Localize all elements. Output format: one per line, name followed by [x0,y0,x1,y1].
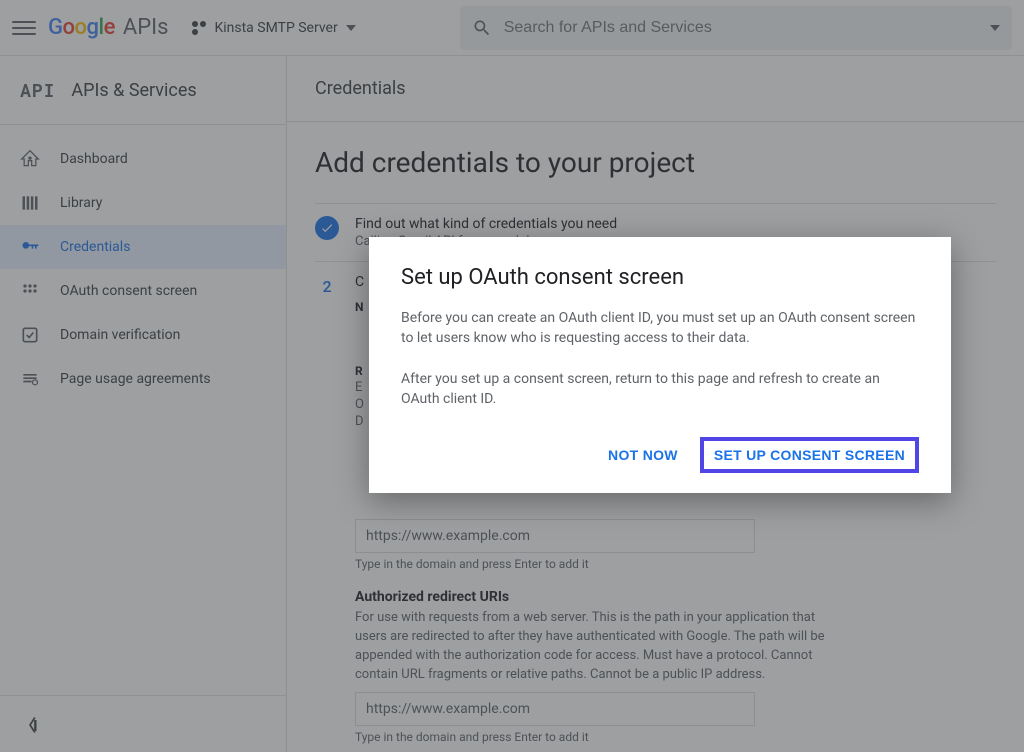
modal-title: Set up OAuth consent screen [401,265,919,290]
modal-text-1: Before you can create an OAuth client ID… [401,308,919,349]
setup-consent-button[interactable]: SET UP CONSENT SCREEN [700,437,919,473]
not-now-button[interactable]: NOT NOW [594,437,692,473]
modal-text-2: After you set up a consent screen, retur… [401,369,919,410]
oauth-consent-modal: Set up OAuth consent screen Before you c… [369,237,951,493]
